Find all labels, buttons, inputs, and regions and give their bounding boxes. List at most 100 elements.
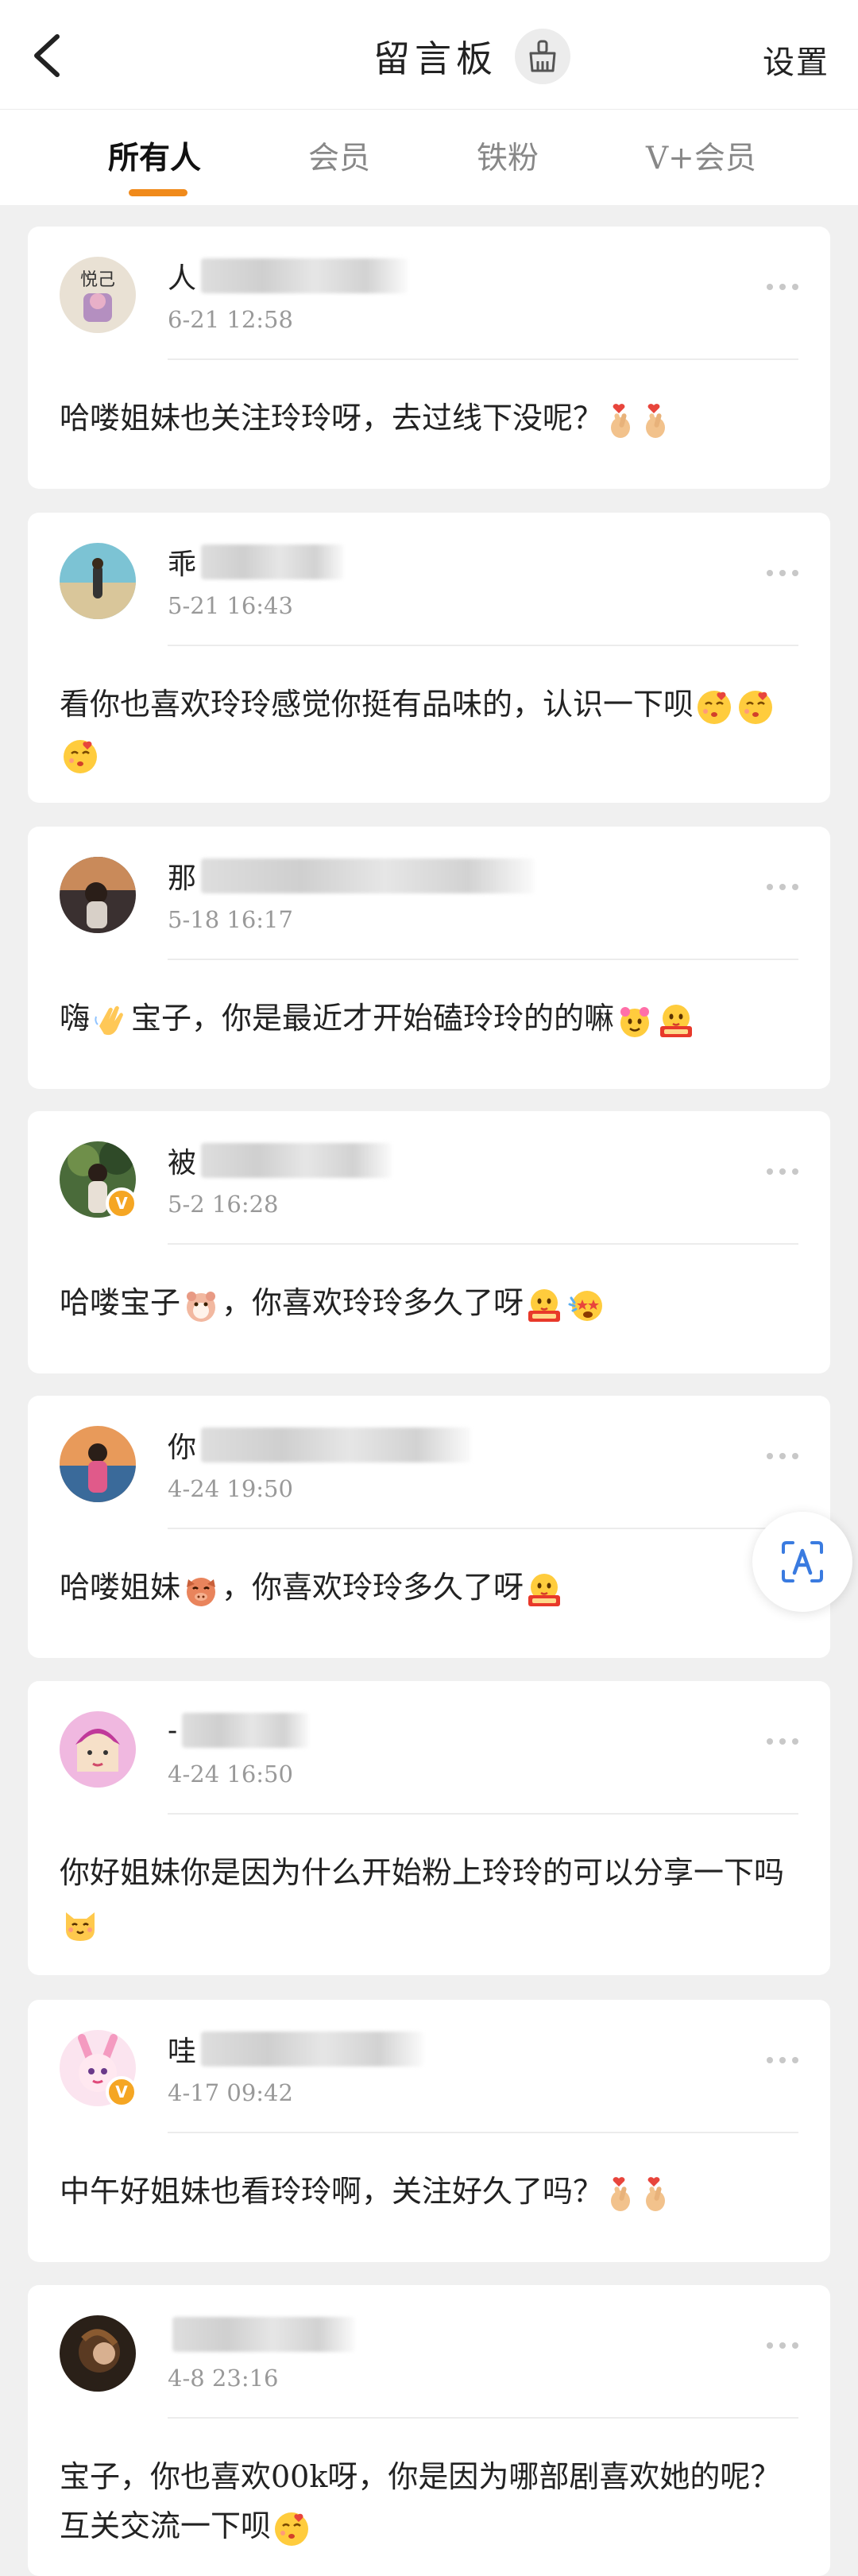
- username[interactable]: 人: [168, 255, 196, 296]
- message-text: 中午好姐妹也看玲玲啊，关注好久了吗？: [60, 2167, 798, 2216]
- message-text: 宝子，你也喜欢00k呀，你是因为哪部剧喜欢她的呢？互关交流一下呗: [60, 2452, 798, 2551]
- floating-assist-button[interactable]: [752, 1512, 852, 1612]
- more-options-icon[interactable]: [767, 1167, 798, 1176]
- message-text-b: ，你喜欢玲玲多久了呀: [222, 1570, 524, 1605]
- avatar[interactable]: [60, 2315, 136, 2392]
- more-options-icon[interactable]: [767, 882, 798, 892]
- username-row: 你: [168, 1423, 472, 1467]
- divider: [168, 1243, 798, 1245]
- message-card[interactable]: 4-8 23:16 宝子，你也喜欢00k呀，你是因为哪部剧喜欢她的呢？互关交流一…: [28, 2285, 830, 2576]
- fingers-heart-icon: [640, 402, 671, 440]
- username[interactable]: 被: [168, 1140, 196, 1181]
- message-text-a: 看你也喜欢玲玲感觉你挺有品味的，认识一下呗: [60, 687, 694, 722]
- divider: [168, 1528, 798, 1529]
- username[interactable]: 乖: [168, 541, 196, 583]
- timestamp: 5-2 16:28: [168, 1191, 279, 1218]
- svg-text:悦己: 悦己: [80, 270, 115, 290]
- kiss-badge-icon: [525, 1571, 563, 1610]
- vip-badge-icon: V: [106, 1187, 137, 1219]
- message-text-a: 哈喽姐妹: [60, 1570, 181, 1605]
- kiss-face-icon: [61, 738, 99, 776]
- kiss-face-icon: [695, 688, 733, 726]
- title-group: 留言板: [373, 27, 570, 86]
- more-options-icon[interactable]: [767, 2341, 798, 2350]
- clear-messages-button[interactable]: [515, 29, 570, 84]
- message-text: 看你也喜欢玲玲感觉你挺有品味的，认识一下呗: [60, 680, 798, 778]
- kiss-face-icon: [272, 2510, 311, 2548]
- kiss-face-icon: [736, 688, 775, 726]
- message-text-b: ，你喜欢玲玲多久了呀: [222, 1285, 524, 1320]
- message-text-a: 你好姐妹你是因为什么开始粉上玲玲的可以分享一下吗: [60, 1855, 785, 1890]
- avatar[interactable]: 悦己: [60, 257, 136, 333]
- timestamp: 6-21 12:58: [168, 306, 293, 333]
- more-options-icon[interactable]: [767, 2055, 798, 2065]
- message-card[interactable]: 乖 5-21 16:43 看你也喜欢玲玲感觉你挺有品味的，认识一下呗: [28, 513, 830, 803]
- timestamp: 4-24 16:50: [168, 1761, 293, 1788]
- username-redacted: [201, 1427, 472, 1462]
- message-card[interactable]: V 哇 4-17 09:42 中午好姐妹也看玲玲啊，关注好久了吗？: [28, 2000, 830, 2262]
- avatar[interactable]: [60, 1426, 136, 1502]
- star-eyes-icon: [566, 1287, 605, 1325]
- username-row: 那: [168, 854, 535, 898]
- more-options-icon[interactable]: [767, 1451, 798, 1461]
- message-card[interactable]: 悦己 人 6-21 12:58 哈喽姐妹也关注玲玲呀，去过线下没呢？: [28, 227, 830, 489]
- tab-members[interactable]: 会员: [308, 134, 370, 178]
- hamster-icon: [182, 1287, 220, 1325]
- message-card[interactable]: 那 5-18 16:17 嗨 宝子，你是最近才开始磕玲玲的的嘛: [28, 827, 830, 1089]
- timestamp: 4-24 19:50: [168, 1475, 293, 1502]
- cat-face-icon: [61, 1906, 99, 1944]
- message-text: 你好姐妹你是因为什么开始粉上玲玲的可以分享一下吗: [60, 1848, 798, 1947]
- message-text-a: 中午好姐妹也看玲玲啊，关注好久了吗？: [60, 2174, 604, 2209]
- username-redacted: [201, 858, 535, 893]
- username-row: [168, 2312, 355, 2357]
- message-text: 哈喽姐妹也关注玲玲呀，去过线下没呢？: [60, 393, 798, 443]
- page-title: 留言板: [373, 37, 497, 80]
- timestamp: 4-17 09:42: [168, 2079, 293, 2106]
- piggy-icon: [182, 1571, 220, 1610]
- message-text-a: 哈喽姐妹也关注玲玲呀，去过线下没呢？: [60, 401, 604, 436]
- broom-icon: [529, 40, 556, 72]
- username-redacted: [201, 1143, 392, 1178]
- timestamp: 5-21 16:43: [168, 592, 293, 619]
- more-options-icon[interactable]: [767, 282, 798, 292]
- username-row: 哇: [168, 2027, 424, 2071]
- wave-hand-icon: [91, 1002, 129, 1040]
- divider: [168, 959, 798, 960]
- message-text-a: 哈喽宝子: [60, 1285, 181, 1320]
- avatar[interactable]: [60, 543, 136, 619]
- divider: [168, 2417, 798, 2419]
- more-options-icon[interactable]: [767, 1737, 798, 1746]
- username[interactable]: -: [168, 1714, 177, 1747]
- message-text: 哈喽宝子 ，你喜欢玲玲多久了呀: [60, 1278, 798, 1327]
- username[interactable]: 哇: [168, 2028, 196, 2070]
- vip-badge-icon: V: [106, 2076, 137, 2108]
- divider: [168, 2132, 798, 2133]
- text-recognition-icon: [782, 1541, 823, 1582]
- flower-face-icon: [616, 1002, 654, 1040]
- username[interactable]: 那: [168, 855, 196, 897]
- username[interactable]: 你: [168, 1424, 196, 1466]
- username-redacted: [201, 2032, 424, 2067]
- message-card[interactable]: 你 4-24 19:50 哈喽姐妹 ，你喜欢玲玲多久了呀: [28, 1396, 830, 1658]
- timestamp: 5-18 16:17: [168, 906, 293, 933]
- tab-vplus-members[interactable]: V+会员: [646, 134, 756, 178]
- settings-link[interactable]: 设置: [763, 37, 829, 83]
- message-card[interactable]: - 4-24 16:50 你好姐妹你是因为什么开始粉上玲玲的可以分享一下吗: [28, 1681, 830, 1975]
- username-redacted: [182, 1713, 310, 1748]
- avatar[interactable]: [60, 1711, 136, 1788]
- back-arrow-icon[interactable]: [29, 32, 68, 79]
- username-row: -: [168, 1708, 310, 1753]
- fingers-heart-icon: [605, 2175, 636, 2214]
- tab-everyone[interactable]: 所有人: [108, 134, 201, 178]
- username-row: 被: [168, 1138, 392, 1183]
- message-text: 嗨 宝子，你是最近才开始磕玲玲的的嘛: [60, 994, 798, 1043]
- username-redacted: [201, 258, 408, 293]
- tab-iron-fans[interactable]: 铁粉: [477, 134, 539, 178]
- divider: [168, 645, 798, 646]
- divider: [168, 1813, 798, 1815]
- message-card[interactable]: V 被 5-2 16:28 哈喽宝子 ，你喜欢玲玲多久了呀: [28, 1111, 830, 1373]
- more-options-icon[interactable]: [767, 568, 798, 578]
- username-redacted: [201, 544, 345, 579]
- avatar[interactable]: [60, 857, 136, 933]
- filter-tabs: 所有人 会员 铁粉 V+会员: [0, 110, 858, 205]
